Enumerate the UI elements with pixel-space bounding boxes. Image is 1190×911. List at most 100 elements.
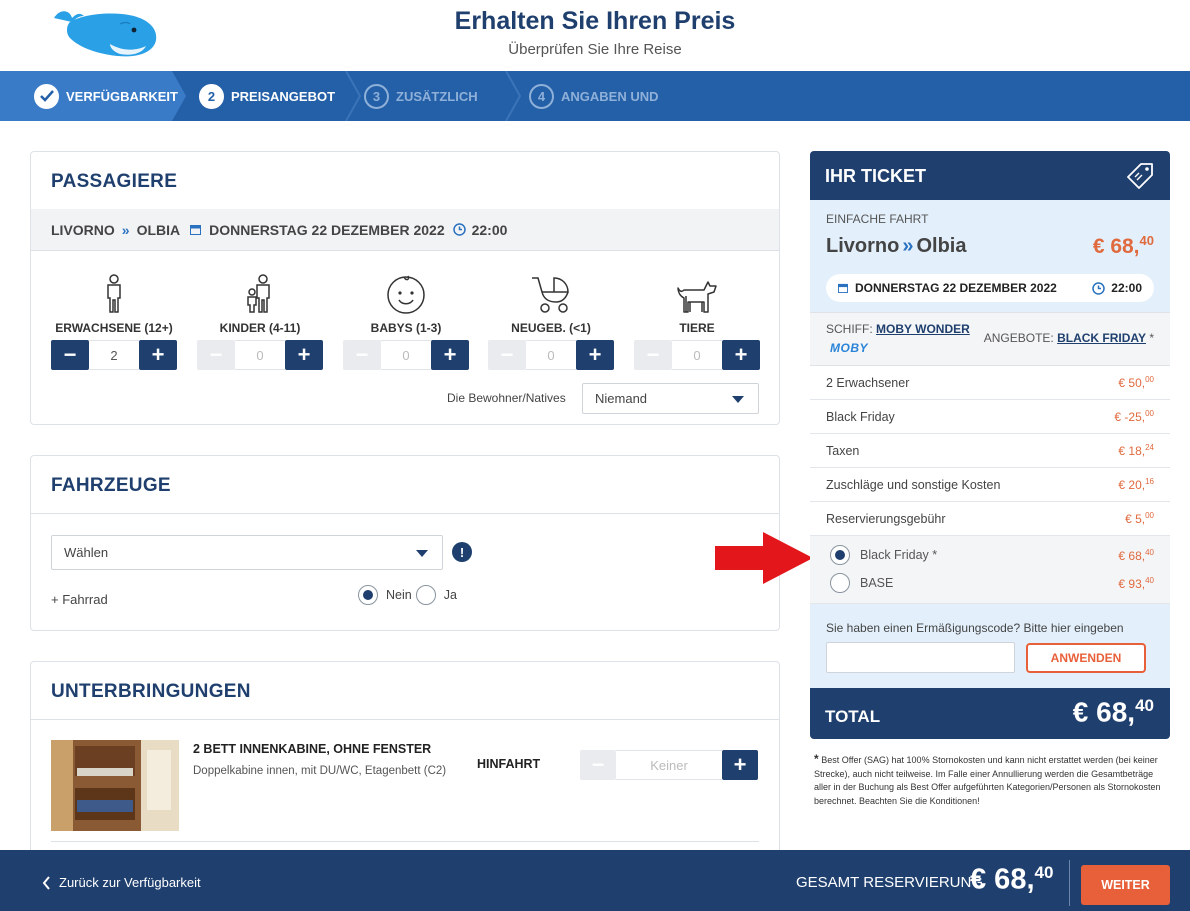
line-label: 2 Erwachsener bbox=[826, 375, 910, 390]
fare-radio[interactable] bbox=[830, 573, 850, 593]
step-price-offer[interactable]: 2 PREISANGEBOT bbox=[199, 71, 335, 121]
minus-button[interactable]: − bbox=[488, 340, 526, 370]
clock-icon bbox=[452, 223, 466, 236]
pax-label: NEUGEB. (<1) bbox=[511, 321, 591, 335]
ticket-header: IHR TICKET bbox=[810, 151, 1170, 200]
line-amount: € 18,24 bbox=[1118, 443, 1154, 458]
passengers-card: PASSAGIERE LIVORNO » OLBIA DONNERSTAG 22… bbox=[30, 151, 780, 425]
route-to: Olbia bbox=[916, 235, 967, 257]
apply-button[interactable]: ANWENDEN bbox=[1026, 643, 1146, 673]
offer-star: * bbox=[1149, 331, 1154, 345]
discount-code-input[interactable] bbox=[826, 642, 1015, 673]
stepper-value[interactable]: 0 bbox=[526, 340, 576, 370]
offer-label: ANGEBOTE: bbox=[983, 331, 1054, 345]
radio-yes-label: Ja bbox=[443, 588, 457, 602]
vehicles-title: FAHRZEUGE bbox=[51, 475, 171, 496]
direction-label: HINFAHRT bbox=[477, 757, 541, 771]
fare-label: BASE bbox=[860, 576, 894, 590]
fare-option-black-friday[interactable]: Black Friday * € 68,40 bbox=[830, 544, 1154, 566]
ship-name-link[interactable]: MOBY WONDER bbox=[876, 322, 970, 336]
ticket-total: TOTAL € 68,40 bbox=[810, 688, 1170, 739]
footnote: * Best Offer (SAG) hat 100% Stornokosten… bbox=[814, 752, 1164, 808]
offer-name-link[interactable]: BLACK FRIDAY bbox=[1057, 331, 1146, 345]
radio-yes[interactable] bbox=[415, 585, 436, 605]
cabin-name: 2 BETT INNENKABINE, OHNE FENSTER bbox=[193, 742, 432, 756]
newborn-stepper: − 0 + bbox=[488, 340, 614, 370]
page-title: Erhalten Sie Ihren Preis bbox=[454, 7, 736, 35]
minus-button[interactable]: − bbox=[580, 750, 616, 780]
fare-label: Black Friday * bbox=[860, 548, 938, 562]
dog-icon bbox=[634, 270, 760, 314]
divider bbox=[1069, 860, 1070, 906]
radio-no[interactable] bbox=[358, 585, 378, 605]
moby-logo: MOBY bbox=[830, 341, 868, 355]
vehicle-select[interactable]: Wählen bbox=[51, 535, 443, 570]
step-additional[interactable]: 3 ZUSÄTZLICH bbox=[364, 71, 478, 121]
natives-label: Die Bewohner/Natives bbox=[447, 391, 566, 405]
minus-button[interactable]: − bbox=[197, 340, 235, 370]
vehicle-select-value: Wählen bbox=[64, 545, 109, 560]
step-label: VERFÜGBARKEIT bbox=[66, 88, 178, 104]
vehicles-card: FAHRZEUGE Wählen ! + Fahrrad Nein Ja bbox=[30, 455, 780, 631]
stepper-value[interactable]: 2 bbox=[89, 340, 139, 370]
step-label: ZUSÄTZLICH bbox=[396, 88, 478, 104]
info-icon[interactable]: ! bbox=[452, 542, 472, 562]
plus-button[interactable]: + bbox=[722, 340, 760, 370]
step-separator-icon bbox=[505, 71, 521, 121]
step-number: 4 bbox=[529, 83, 554, 109]
cabin-photo[interactable] bbox=[51, 740, 179, 831]
bike-label[interactable]: + Fahrrad bbox=[51, 592, 108, 607]
plus-button[interactable]: + bbox=[576, 340, 614, 370]
bottom-bar: Zurück zur Verfügbarkeit GESAMT RESERVIE… bbox=[0, 850, 1190, 911]
divider bbox=[51, 841, 759, 842]
natives-value: Niemand bbox=[595, 391, 648, 406]
adult-icon bbox=[51, 270, 177, 314]
ticket-title: IHR TICKET bbox=[825, 166, 926, 186]
fare-option-base[interactable]: BASE € 93,40 bbox=[830, 572, 1154, 594]
minus-button[interactable]: − bbox=[343, 340, 381, 370]
check-icon bbox=[34, 83, 59, 109]
cabin-stepper: − Keiner + bbox=[580, 750, 758, 780]
stepper-value[interactable]: 0 bbox=[235, 340, 285, 370]
progress-steps: VERFÜGBARKEIT 2 PREISANGEBOT 3 ZUSÄTZLIC… bbox=[0, 71, 1190, 121]
line-label: Reservierungsgebühr bbox=[826, 511, 946, 526]
stepper-value[interactable]: Keiner bbox=[616, 750, 722, 780]
baby-icon bbox=[343, 270, 469, 314]
ticket-panel: IHR TICKET EINFACHE FAHRT Livorno » Olbi… bbox=[810, 151, 1170, 739]
step-number: 3 bbox=[364, 83, 389, 109]
next-button[interactable]: WEITER bbox=[1081, 865, 1170, 905]
stepper-value[interactable]: 0 bbox=[381, 340, 431, 370]
fare-radio[interactable] bbox=[830, 545, 850, 565]
plus-button[interactable]: + bbox=[431, 340, 469, 370]
discount-code-section: Sie haben einen Ermäßigungscode? Bitte h… bbox=[810, 604, 1170, 688]
plus-button[interactable]: + bbox=[139, 340, 177, 370]
step-label: ANGABEN UND bbox=[561, 88, 659, 104]
calendar-icon bbox=[838, 283, 848, 293]
child-icon bbox=[197, 270, 323, 314]
page-header: Erhalten Sie Ihren Preis Überprüfen Sie … bbox=[0, 0, 1190, 71]
page-subtitle: Überprüfen Sie Ihre Reise bbox=[508, 41, 682, 58]
natives-select[interactable]: Niemand bbox=[582, 383, 759, 414]
minus-button[interactable]: − bbox=[51, 340, 89, 370]
stroller-icon bbox=[488, 270, 614, 314]
route-bar: LIVORNO » OLBIA DONNERSTAG 22 DEZEMBER 2… bbox=[31, 209, 779, 251]
stepper-value[interactable]: 0 bbox=[672, 340, 722, 370]
line-label: Zuschläge und sonstige Kosten bbox=[826, 477, 1001, 492]
step-details[interactable]: 4 ANGABEN UND bbox=[529, 71, 659, 121]
plus-button[interactable]: + bbox=[722, 750, 758, 780]
minus-button[interactable]: − bbox=[634, 340, 672, 370]
pax-label: ERWACHSENE (12+) bbox=[55, 321, 173, 335]
step-availability[interactable]: VERFÜGBARKEIT bbox=[34, 71, 178, 121]
accommodations-title: UNTERBRINGUNGEN bbox=[51, 681, 251, 702]
ship-info: SCHIFF: MOBY WONDER bbox=[826, 322, 970, 336]
back-label: Zurück zur Verfügbarkeit bbox=[59, 875, 201, 890]
price-line: Reservierungsgebühr € 5,00 bbox=[810, 502, 1170, 536]
step-separator-icon bbox=[345, 71, 361, 121]
plus-button[interactable]: + bbox=[285, 340, 323, 370]
back-link[interactable]: Zurück zur Verfügbarkeit bbox=[42, 875, 201, 890]
price-main: € 68, bbox=[1092, 235, 1140, 258]
trip-type: EINFACHE FAHRT bbox=[826, 212, 929, 226]
route-from: LIVORNO bbox=[51, 221, 115, 238]
fare-amount: € 93,40 bbox=[1118, 575, 1154, 591]
ticket-date-pill: DONNERSTAG 22 DEZEMBER 2022 22:00 bbox=[826, 274, 1154, 302]
